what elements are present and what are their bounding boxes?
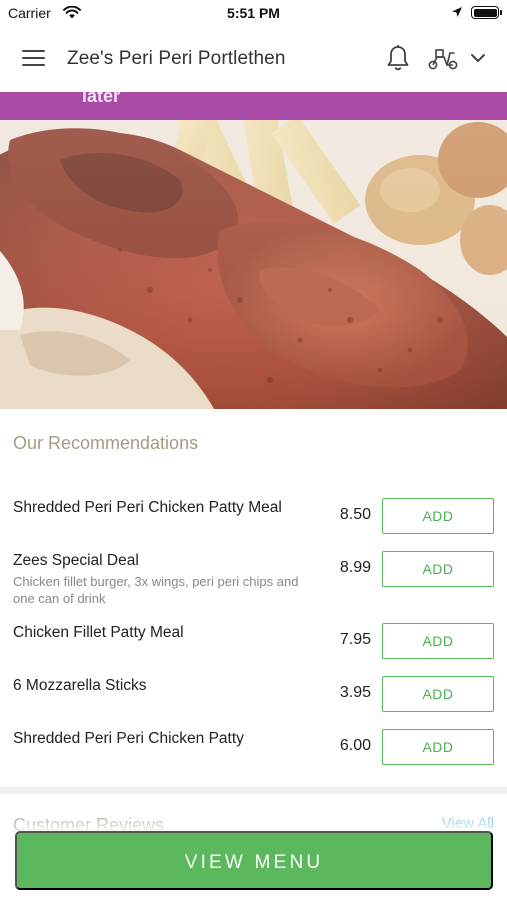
menu-item-price: 7.95 [339, 631, 371, 648]
menu-item-price: 6.00 [339, 737, 371, 754]
hero-food-image [0, 120, 507, 409]
menu-item-name: Zees Special Deal [13, 552, 139, 569]
add-button[interactable]: ADD [382, 676, 494, 712]
recommendations-section: Our Recommendations Shredded Peri Peri C… [0, 409, 507, 787]
menu-item-name: 6 Mozzarella Sticks [13, 677, 147, 694]
battery-icon [471, 6, 502, 19]
menu-item-name: Shredded Peri Peri Chicken Patty Meal [13, 499, 282, 516]
add-button[interactable]: ADD [382, 498, 494, 534]
app-header: Zee's Peri Peri Portlethen [0, 26, 507, 92]
status-time: 5:51 PM [227, 5, 280, 21]
promo-text: later [82, 92, 121, 106]
view-menu-button[interactable]: VIEW MENU [15, 831, 493, 890]
add-button[interactable]: ADD [382, 623, 494, 659]
menu-icon[interactable] [22, 50, 46, 68]
restaurant-title: Zee's Peri Peri Portlethen [67, 48, 286, 69]
menu-item-name: Chicken Fillet Patty Meal [13, 624, 184, 641]
location-arrow-icon [452, 7, 462, 17]
status-bar: Carrier 5:51 PM [0, 0, 507, 26]
recommendations-title: Our Recommendations [13, 433, 199, 453]
view-all-reviews-link[interactable]: View All [442, 815, 494, 832]
scooter-icon[interactable] [427, 47, 459, 71]
chevron-down-icon[interactable] [470, 50, 486, 66]
menu-item-price: 3.95 [339, 684, 371, 701]
add-button[interactable]: ADD [382, 729, 494, 765]
promo-banner: later [0, 92, 507, 120]
add-button[interactable]: ADD [382, 551, 494, 587]
section-divider [0, 787, 507, 794]
menu-item-price: 8.50 [339, 506, 371, 523]
menu-item-name: Shredded Peri Peri Chicken Patty [13, 730, 244, 747]
bell-icon[interactable] [385, 44, 411, 72]
menu-item-price: 8.99 [339, 559, 371, 576]
menu-item-description: Chicken fillet burger, 3x wings, peri pe… [13, 574, 299, 606]
